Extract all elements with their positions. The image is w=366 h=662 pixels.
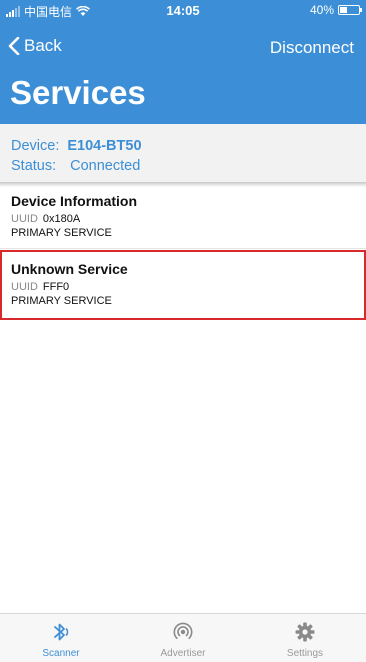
uuid-value: 0x180A	[42, 213, 81, 225]
service-item-unknown-service[interactable]: Unknown Service UUID FFF0 PRIMARY SERVICE	[0, 250, 366, 320]
status-label: Status:	[11, 158, 57, 174]
broadcast-icon	[172, 620, 194, 644]
bluetooth-icon	[50, 620, 72, 644]
status-row: Status: Connected	[11, 158, 140, 174]
battery-icon	[338, 5, 362, 15]
service-type: PRIMARY SERVICE	[11, 295, 112, 307]
tab-label: Advertiser	[160, 648, 206, 659]
service-type: PRIMARY SERVICE	[11, 227, 112, 239]
page-title: Services	[10, 74, 146, 111]
status-right: 40%	[309, 3, 362, 17]
service-uuid: UUID FFF0	[11, 281, 364, 293]
device-row: Device: E104-BT50	[11, 138, 142, 154]
uuid-label: UUID	[11, 281, 38, 293]
device-info-panel: Device: E104-BT50 Status: Connected	[0, 124, 366, 182]
back-button[interactable]: Back	[8, 36, 62, 56]
tab-bar: Scanner Advertiser Settings	[0, 613, 366, 662]
battery-percent: 40%	[309, 3, 334, 17]
gear-icon	[294, 620, 316, 644]
tab-label: Settings	[286, 648, 324, 659]
tab-settings[interactable]: Settings	[244, 614, 366, 662]
status-bar: 中国电信 14:05 40%	[0, 0, 366, 20]
connection-status: Connected	[70, 158, 141, 174]
uuid-label: UUID	[11, 213, 38, 225]
tab-scanner[interactable]: Scanner	[0, 614, 122, 662]
disconnect-button[interactable]: Disconnect	[270, 38, 354, 58]
chevron-left-icon	[8, 37, 20, 55]
service-name: Unknown Service	[11, 261, 128, 277]
app-header: 中国电信 14:05 40% Back Disconnect Services	[0, 0, 366, 124]
service-item-device-information[interactable]: Device Information UUID 0x180A PRIMARY SE…	[0, 183, 366, 249]
tab-label: Scanner	[42, 648, 80, 659]
service-name: Device Information	[11, 193, 138, 209]
tab-advertiser[interactable]: Advertiser	[122, 614, 244, 662]
device-label: Device:	[11, 138, 60, 154]
back-label: Back	[24, 36, 62, 55]
device-name: E104-BT50	[67, 138, 142, 154]
uuid-value: FFF0	[42, 281, 70, 293]
service-uuid: UUID 0x180A	[11, 213, 366, 225]
